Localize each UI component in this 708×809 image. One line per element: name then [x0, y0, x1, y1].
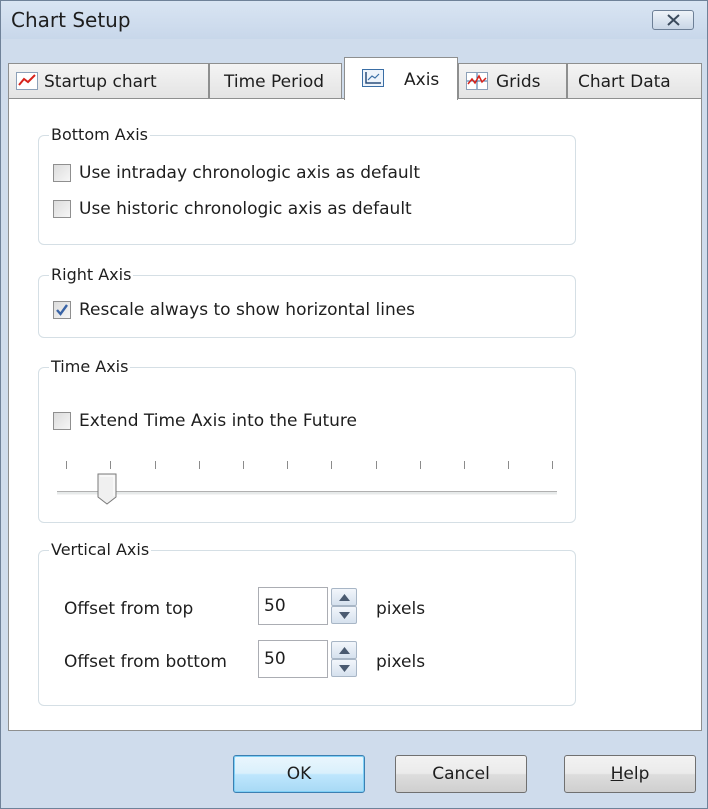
slider-tick	[199, 461, 200, 469]
slider-tick	[376, 461, 377, 469]
axis-icon	[362, 69, 384, 87]
spin-up-button[interactable]	[331, 641, 357, 659]
group-title: Right Axis	[49, 265, 134, 285]
tab-chart-data[interactable]: Chart Data	[567, 63, 702, 99]
time-axis-group: Time Axis Extend Time Axis into the Futu…	[38, 357, 576, 523]
spin-down-button[interactable]	[331, 659, 357, 677]
spin-up-button[interactable]	[331, 588, 357, 606]
tab-grids[interactable]: Grids	[458, 63, 567, 99]
checkbox-box[interactable]	[53, 301, 71, 319]
tab-strip: Startup chart Time Period Axis Grids Cha…	[8, 57, 702, 100]
tab-label: Chart Data	[578, 72, 671, 92]
cancel-button[interactable]: Cancel	[395, 755, 527, 793]
title-bar[interactable]: Chart Setup	[1, 1, 707, 39]
help-label-rest: elp	[623, 764, 650, 784]
slider-tick	[243, 461, 244, 469]
close-icon	[667, 14, 680, 26]
tab-label: Time Period	[224, 72, 325, 92]
line-chart-icon	[16, 72, 38, 90]
checkbox-label: Rescale always to show horizontal lines	[79, 300, 416, 320]
help-button[interactable]: Help	[564, 755, 696, 793]
slider-tick	[331, 461, 332, 469]
help-mnemonic: H	[610, 764, 624, 784]
slider-tick	[552, 461, 553, 469]
arrow-down-icon	[339, 665, 350, 672]
slider-tick	[155, 461, 156, 469]
checkbox-box[interactable]	[53, 164, 71, 182]
tab-time-period[interactable]: Time Period	[209, 63, 342, 99]
tab-label: Grids	[496, 72, 541, 92]
arrow-up-icon	[339, 594, 350, 601]
checkbox-label: Use intraday chronologic axis as default	[79, 163, 421, 183]
slider-tick	[508, 461, 509, 469]
axis-tab-panel: Bottom Axis Use intraday chronologic axi…	[8, 98, 702, 731]
bottom-axis-group: Bottom Axis Use intraday chronologic axi…	[38, 125, 576, 245]
checkbox-box[interactable]	[53, 200, 71, 218]
button-label: Help	[565, 764, 695, 784]
tab-axis[interactable]: Axis	[344, 57, 458, 100]
vertical-axis-group: Vertical Axis Offset from top pixels Off…	[38, 540, 576, 706]
checkbox-label: Extend Time Axis into the Future	[79, 411, 357, 431]
group-title: Vertical Axis	[49, 540, 152, 560]
arrow-up-icon	[339, 647, 350, 654]
group-title: Time Axis	[49, 357, 131, 377]
group-title: Bottom Axis	[49, 125, 150, 145]
button-label: OK	[286, 764, 312, 784]
button-label: Cancel	[432, 764, 490, 784]
close-button[interactable]	[652, 10, 694, 30]
tab-label: Axis	[404, 70, 440, 90]
tab-startup-chart[interactable]: Startup chart	[8, 63, 209, 99]
slider-tick	[420, 461, 421, 469]
pixels-unit-label: pixels	[376, 652, 426, 672]
slider-thumb[interactable]	[97, 473, 117, 505]
ok-button[interactable]: OK	[233, 755, 365, 793]
offset-bottom-spinner[interactable]	[331, 641, 357, 677]
window-title: Chart Setup	[11, 8, 131, 32]
arrow-down-icon	[339, 612, 350, 619]
tab-label: Startup chart	[44, 72, 157, 92]
grid-chart-icon	[466, 72, 488, 90]
slider-tick	[287, 461, 288, 469]
checkbox-box[interactable]	[53, 412, 71, 430]
offset-top-spinner[interactable]	[331, 588, 357, 624]
offset-bottom-input[interactable]	[258, 640, 328, 678]
spin-down-button[interactable]	[331, 606, 357, 624]
chart-setup-dialog: Chart Setup Startup chart Time Period Ax…	[0, 0, 708, 809]
offset-top-input[interactable]	[258, 587, 328, 625]
offset-top-label: Offset from top	[64, 599, 194, 619]
slider-track[interactable]	[57, 491, 557, 495]
pixels-unit-label: pixels	[376, 599, 426, 619]
slider-tick	[464, 461, 465, 469]
right-axis-group: Right Axis Rescale always to show horizo…	[38, 265, 576, 338]
checkbox-label: Use historic chronologic axis as default	[79, 199, 412, 219]
offset-bottom-label: Offset from bottom	[64, 652, 227, 672]
slider-tick	[110, 461, 111, 469]
slider-tick	[66, 461, 67, 469]
checkmark-icon	[56, 304, 68, 316]
